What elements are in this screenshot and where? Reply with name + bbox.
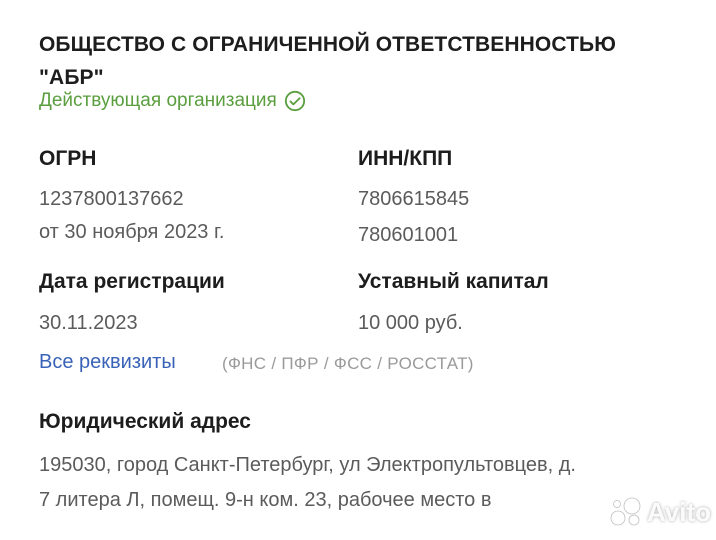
legal-address-label: Юридический адрес bbox=[39, 410, 251, 433]
company-name: ОБЩЕСТВО С ОГРАНИЧЕННОЙ ОТВЕТСТВЕННОСТЬЮ… bbox=[39, 28, 679, 94]
inn-kpp-label: ИНН/КПП bbox=[358, 147, 453, 170]
capital-value: 10 000 руб. bbox=[358, 312, 463, 334]
registration-date-label: Дата регистрации bbox=[39, 270, 225, 293]
inn-value: 7806615845 bbox=[358, 188, 470, 210]
legal-address-line1: 195030, город Санкт-Петербург, ул Электр… bbox=[39, 454, 576, 476]
kpp-value: 780601001 bbox=[358, 224, 459, 246]
company-name-line1: ОБЩЕСТВО С ОГРАНИЧЕННОЙ ОТВЕТСТВЕННОСТЬЮ bbox=[39, 33, 616, 56]
requisites-sources: (ФНС / ПФР / ФСС / РОССТАТ) bbox=[222, 354, 474, 373]
registration-date-value: 30.11.2023 bbox=[39, 312, 138, 334]
company-card: ОБЩЕСТВО С ОГРАНИЧЕННОЙ ОТВЕТСТВЕННОСТЬЮ… bbox=[0, 0, 716, 540]
company-status: Действующая организация bbox=[39, 90, 306, 112]
ogrn-number: 1237800137662 bbox=[39, 188, 184, 210]
avito-logo-icon bbox=[610, 497, 641, 526]
legal-address-value: 195030, город Санкт-Петербург, ул Электр… bbox=[39, 448, 689, 518]
check-circle-icon bbox=[284, 90, 305, 112]
capital-label: Уставный капитал bbox=[358, 270, 549, 293]
ogrn-label: ОГРН bbox=[39, 147, 97, 170]
avito-watermark: Avito bbox=[608, 496, 711, 528]
status-text: Действующая организация bbox=[39, 90, 277, 111]
watermark-text: Avito bbox=[647, 496, 712, 527]
all-requisites-link[interactable]: Все реквизиты bbox=[39, 351, 176, 374]
ogrn-date: от 30 ноября 2023 г. bbox=[39, 221, 225, 243]
legal-address-line2: 7 литера Л, помещ. 9-н ком. 23, рабочее … bbox=[39, 489, 492, 511]
